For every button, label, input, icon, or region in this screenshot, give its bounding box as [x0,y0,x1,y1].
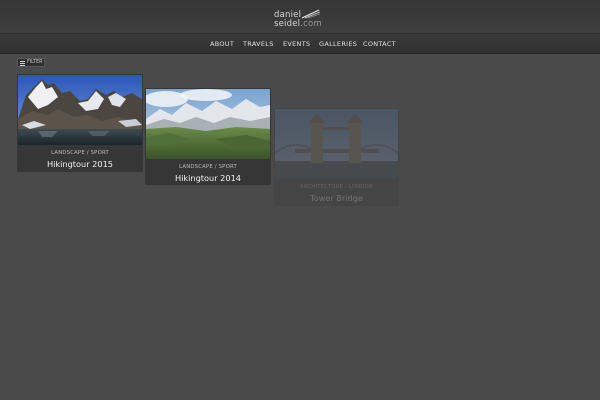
logo-swoosh-icon [301,9,321,19]
nav-item-galleries[interactable]: GALLERIES [319,40,357,48]
filter-label: FILTER [27,60,43,65]
site-logo[interactable]: daniel seidel.com [274,9,326,31]
gallery-thumbnail [275,109,398,179]
nav-item-travels[interactable]: TRAVELS [243,40,274,48]
gallery-title[interactable]: Hikingtour 2014 [145,173,271,183]
filter-button[interactable]: FILTER [17,58,45,67]
gallery-category: ARCHITECTURE / LONDON [299,184,374,190]
gallery-category: LANDSCAPE / SPORT [179,164,237,170]
site-header: daniel seidel.com [0,0,600,33]
gallery-category: LANDSCAPE / SPORT [51,150,109,156]
nav-item-contact[interactable]: CONTACT [363,40,396,48]
gallery-thumbnail [18,75,142,145]
main-navigation: ABOUT TRAVELS EVENTS GALLERIES CONTACT [0,33,600,54]
gallery-card-hikingtour-2014[interactable]: LANDSCAPE / SPORT Hikingtour 2014 [145,88,271,185]
nav-item-about[interactable]: ABOUT [210,40,234,48]
logo-line-2: seidel.com [274,19,322,29]
logo-domain: .com [300,19,322,29]
gallery-title[interactable]: Hikingtour 2015 [17,159,143,169]
gallery-title[interactable]: Tower Bridge [274,193,399,203]
gallery-card-tower-bridge[interactable]: ARCHITECTURE / LONDON Tower Bridge [274,108,399,206]
nav-item-events[interactable]: EVENTS [283,40,310,48]
gallery-thumbnail [146,89,270,159]
menu-icon [20,61,25,67]
gallery-card-hikingtour-2015[interactable]: LANDSCAPE / SPORT Hikingtour 2015 [17,74,143,172]
